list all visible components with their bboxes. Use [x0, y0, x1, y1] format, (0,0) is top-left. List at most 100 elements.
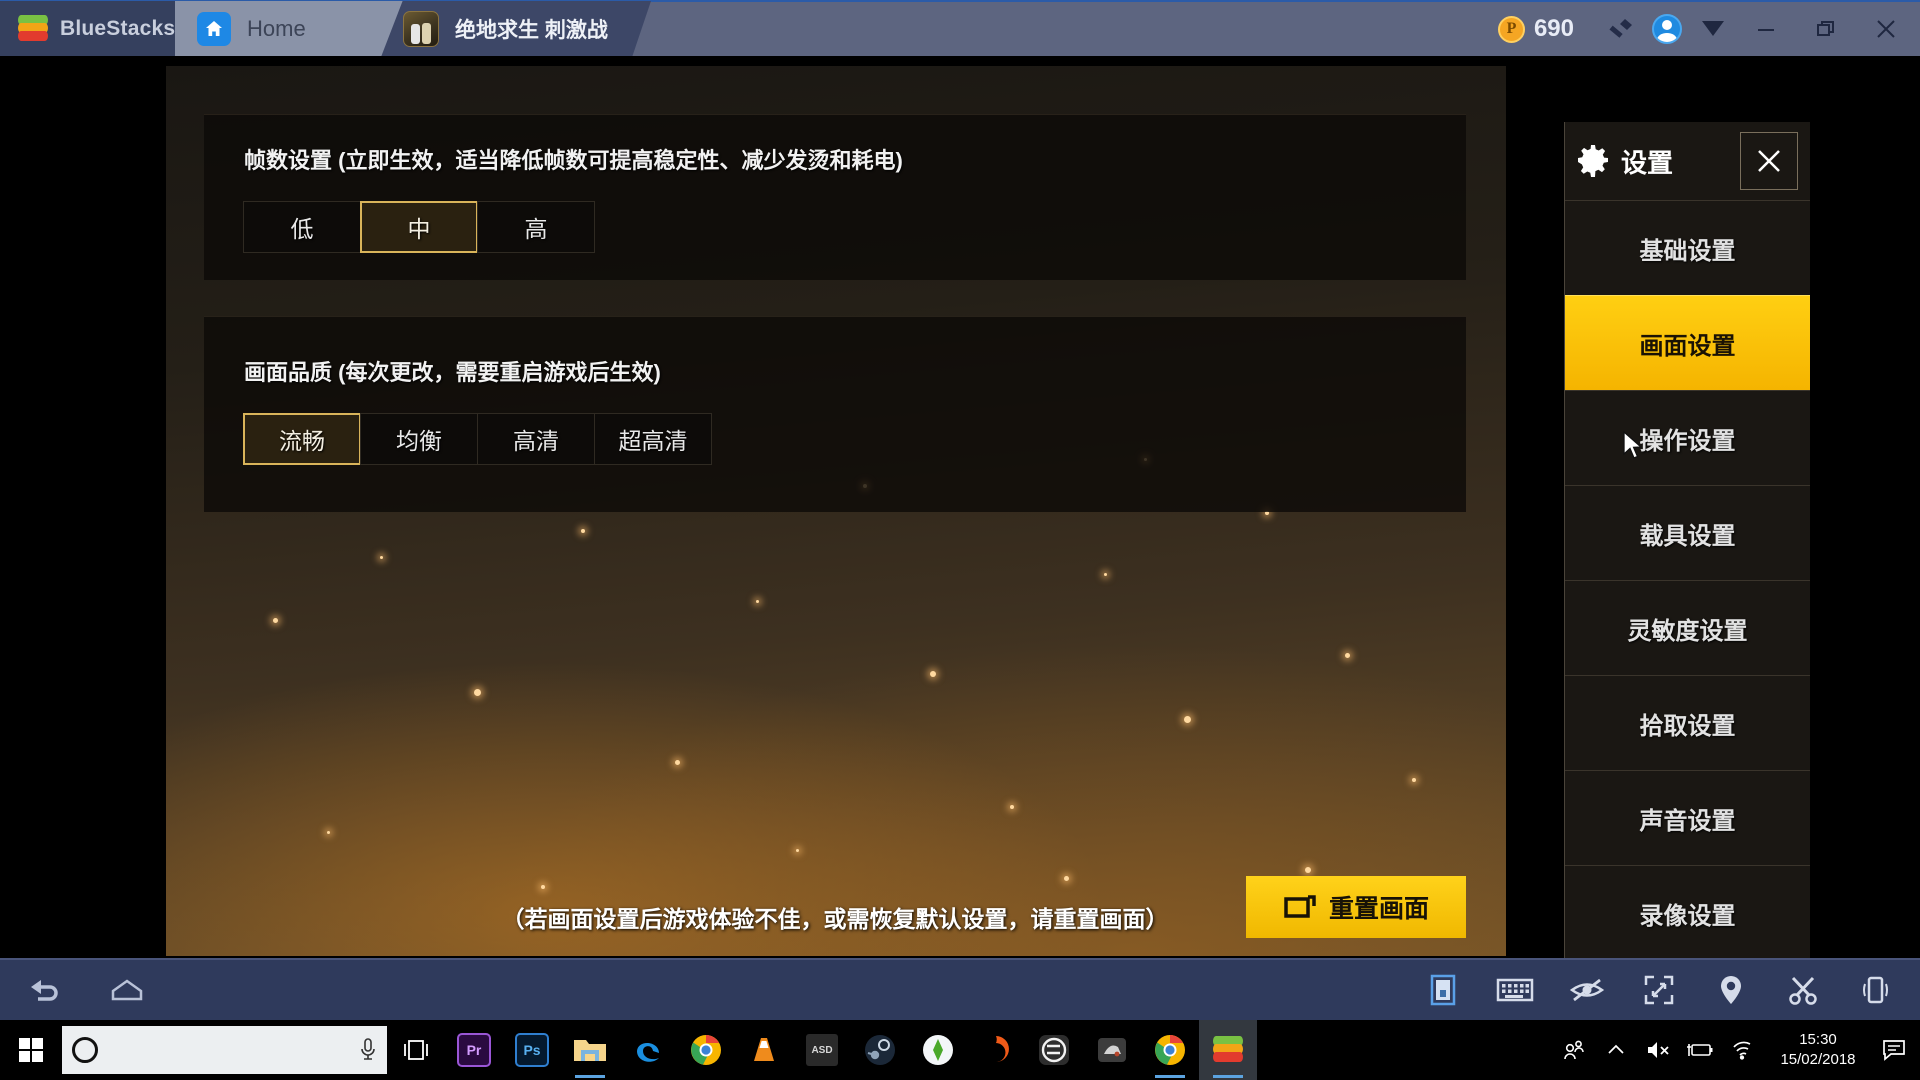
vlc-icon[interactable] — [735, 1020, 793, 1080]
tab-home[interactable]: Home — [175, 1, 403, 57]
chevron-down-icon[interactable] — [1690, 1, 1736, 57]
reset-screen-label: 重置画面 — [1328, 895, 1429, 923]
tab-game-label: 绝地求生 刺激战 — [455, 19, 608, 42]
show-hidden-icons-icon[interactable] — [1596, 1020, 1636, 1080]
system-tray: 15:30 15/02/2018 — [1554, 1020, 1920, 1080]
epic-games-icon[interactable] — [1025, 1020, 1083, 1080]
sims-icon[interactable] — [909, 1020, 967, 1080]
windows-start-icon[interactable] — [0, 1020, 62, 1080]
home-icon[interactable] — [98, 959, 156, 1021]
game-app-icon — [403, 11, 439, 47]
quality-section-label: 画面品质 (每次更改，需要重启游戏后生效) — [244, 360, 661, 385]
settings-item-controls[interactable]: 操作设置 — [1565, 390, 1810, 485]
chrome-icon[interactable] — [677, 1020, 735, 1080]
scissors-icon[interactable] — [1774, 959, 1832, 1021]
brush-tool-icon[interactable] — [1598, 1, 1644, 57]
home-icon — [197, 12, 231, 46]
quality-option-ultra-hd[interactable]: 超高清 — [594, 413, 712, 465]
fps-section-label: 帧数设置 (立即生效，适当降低帧数可提高稳定性、减少发烫和耗电) — [244, 148, 903, 173]
quality-option-smooth[interactable]: 流畅 — [243, 413, 361, 465]
search-input[interactable] — [62, 1026, 387, 1074]
minimize-button[interactable] — [1736, 1, 1796, 57]
settings-item-recording[interactable]: 录像设置 — [1565, 865, 1810, 960]
fps-option-medium[interactable]: 中 — [360, 201, 478, 253]
device-panel-icon[interactable] — [1414, 959, 1472, 1021]
reset-screen-button[interactable]: 重置画面 — [1246, 876, 1466, 938]
settings-item-pickup[interactable]: 拾取设置 — [1565, 675, 1810, 770]
settings-item-display[interactable]: 画面设置 — [1565, 295, 1810, 390]
quality-settings-panel: 画面品质 (每次更改，需要重启游戏后生效) 流畅 均衡 高清 超高清 — [204, 316, 1466, 512]
brand-label: BlueStacks — [60, 17, 176, 40]
quality-option-group: 流畅 均衡 高清 超高清 — [243, 413, 1466, 465]
game-viewport: 帧数设置 (立即生效，适当降低帧数可提高稳定性、减少发烫和耗电) 低 中 高 画… — [166, 66, 1506, 956]
points-display[interactable]: P 690 — [1497, 15, 1574, 43]
reset-hint-row: （若画面设置后游戏体验不佳，或需恢复默认设置，请重置画面） 重置画面 — [204, 876, 1466, 938]
bluestacks-brand: BlueStacks — [0, 1, 175, 57]
fullscreen-icon[interactable] — [1630, 959, 1688, 1021]
emulator-toolbar-right — [1414, 959, 1920, 1021]
avatar — [1652, 14, 1682, 44]
windows-taskbar: Pr Ps ASD 15:30 15/02/2018 — [0, 1020, 1920, 1080]
fps-option-group: 低 中 高 — [243, 201, 1466, 253]
clock[interactable]: 15:30 15/02/2018 — [1764, 1020, 1872, 1080]
keyboard-icon[interactable] — [1486, 959, 1544, 1021]
chrome-window-icon[interactable] — [1141, 1020, 1199, 1080]
fps-option-high[interactable]: 高 — [477, 201, 595, 253]
user-avatar-icon[interactable] — [1644, 1, 1690, 57]
emulator-toolbar-left — [0, 959, 156, 1021]
shake-device-icon[interactable] — [1846, 959, 1904, 1021]
reset-hint-text: （若画面设置后游戏体验不佳，或需恢复默认设置，请重置画面） — [501, 906, 1169, 932]
origin-icon[interactable] — [967, 1020, 1025, 1080]
asd-app-icon[interactable]: ASD — [793, 1020, 851, 1080]
points-value: 690 — [1533, 15, 1574, 42]
emulator-toolbar — [0, 958, 1920, 1020]
close-button[interactable] — [1856, 1, 1916, 57]
premiere-pro-label: Pr — [457, 1033, 491, 1067]
titlebar-controls: P 690 — [1497, 1, 1920, 57]
clock-time: 15:30 — [1799, 1030, 1837, 1048]
settings-item-vehicle[interactable]: 载具设置 — [1565, 485, 1810, 580]
quality-option-balanced[interactable]: 均衡 — [360, 413, 478, 465]
task-view-icon[interactable] — [387, 1020, 445, 1080]
action-center-icon[interactable] — [1874, 1020, 1914, 1080]
volume-muted-icon[interactable] — [1638, 1020, 1678, 1080]
close-icon — [1758, 150, 1780, 172]
gear-icon — [1578, 145, 1608, 177]
photoshop-icon[interactable]: Ps — [503, 1020, 561, 1080]
people-icon[interactable] — [1554, 1020, 1594, 1080]
maximize-button[interactable] — [1796, 1, 1856, 57]
settings-item-sensitivity[interactable]: 灵敏度设置 — [1565, 580, 1810, 675]
coin-icon: P — [1497, 15, 1525, 43]
settings-close-button[interactable] — [1740, 132, 1798, 190]
emulator-screen: 帧数设置 (立即生效，适当降低帧数可提高稳定性、减少发烫和耗电) 低 中 高 画… — [0, 56, 1920, 1012]
bluestacks-titlebar: BlueStacks Home 绝地求生 刺激战 P 690 — [0, 0, 1920, 57]
fps-option-low[interactable]: 低 — [243, 201, 361, 253]
settings-sidebar: 设置 基础设置 画面设置 操作设置 载具设置 灵敏度设置 拾取设置 声音设置 录… — [1564, 122, 1810, 1012]
bluestacks-logo-icon — [1213, 1036, 1243, 1064]
fps-settings-panel: 帧数设置 (立即生效，适当降低帧数可提高稳定性、减少发烫和耗电) 低 中 高 — [204, 114, 1466, 280]
file-explorer-icon[interactable] — [561, 1020, 619, 1080]
settings-item-audio[interactable]: 声音设置 — [1565, 770, 1810, 865]
asd-app-label: ASD — [806, 1034, 838, 1066]
wifi-icon[interactable] — [1722, 1020, 1762, 1080]
eye-slash-icon[interactable] — [1558, 959, 1616, 1021]
tab-game[interactable]: 绝地求生 刺激战 — [381, 1, 651, 57]
edge-icon[interactable] — [619, 1020, 677, 1080]
cortana-circle-icon — [72, 1037, 98, 1063]
quality-option-hd[interactable]: 高清 — [477, 413, 595, 465]
microphone-icon — [361, 1038, 375, 1060]
clock-date: 15/02/2018 — [1780, 1051, 1856, 1068]
premiere-pro-icon[interactable]: Pr — [445, 1020, 503, 1080]
photoshop-label: Ps — [515, 1033, 549, 1067]
battery-charging-icon[interactable] — [1680, 1020, 1720, 1080]
bluestacks-taskbar-icon[interactable] — [1199, 1020, 1257, 1080]
settings-item-basic[interactable]: 基础设置 — [1565, 200, 1810, 295]
settings-title: 设置 — [1621, 147, 1674, 178]
reset-screen-icon — [1284, 895, 1316, 918]
grey-app-icon[interactable] — [1083, 1020, 1141, 1080]
steam-icon[interactable] — [851, 1020, 909, 1080]
location-pin-icon[interactable] — [1702, 959, 1760, 1021]
settings-header: 设置 — [1565, 122, 1810, 200]
tab-home-label: Home — [247, 16, 306, 41]
back-icon[interactable] — [16, 959, 74, 1021]
